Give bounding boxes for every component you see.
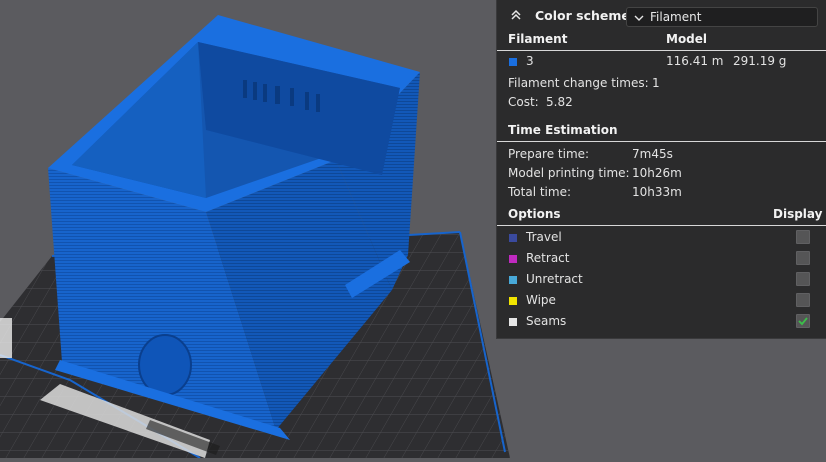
filament-id: 3	[526, 54, 534, 68]
unretract-label: Unretract	[526, 272, 583, 286]
time-estimation-header: Time Estimation	[497, 121, 826, 142]
travel-label: Travel	[526, 230, 562, 244]
color-scheme-dropdown[interactable]: Filament	[626, 7, 818, 27]
model-printing-time-label: Model printing time:	[508, 166, 630, 180]
wipe-label: Wipe	[526, 293, 556, 307]
color-scheme-header: Color scheme Filament	[497, 4, 826, 30]
collapse-chevron-up-icon[interactable]	[509, 8, 523, 22]
option-unretract[interactable]: Unretract	[497, 270, 826, 290]
cost-value: 5.82	[546, 95, 573, 109]
change-times-value: 1	[652, 76, 660, 90]
filament-column-header: Filament	[508, 32, 568, 46]
legend-panel: Color scheme Filament Filament Model 3 1…	[496, 0, 826, 339]
filament-row: 3 116.41 m 291.19 g	[497, 52, 826, 72]
total-time-label: Total time:	[508, 185, 571, 199]
seams-label: Seams	[526, 314, 567, 328]
filament-table-header: Filament Model	[497, 30, 826, 51]
prepare-time-value: 7m45s	[632, 147, 673, 161]
retract-color-swatch	[509, 255, 517, 263]
option-wipe[interactable]: Wipe	[497, 291, 826, 311]
display-column-header: Display	[773, 207, 823, 221]
total-time-row: Total time: 10h33m	[497, 183, 826, 203]
prepare-time-row: Prepare time: 7m45s	[497, 145, 826, 165]
filament-length: 116.41 m	[666, 54, 724, 68]
travel-display-checkbox[interactable]	[796, 230, 810, 244]
filament-weight: 291.19 g	[733, 54, 787, 68]
travel-color-swatch	[509, 234, 517, 242]
change-times-label: Filament change times:	[508, 76, 649, 90]
unretract-color-swatch	[509, 276, 517, 284]
checkmark-icon	[798, 317, 808, 326]
prepare-time-label: Prepare time:	[508, 147, 590, 161]
filament-change-times: Filament change times: 1	[497, 74, 826, 94]
cost-label: Cost:	[508, 95, 539, 109]
cost-row: Cost: 5.82	[497, 93, 826, 113]
filament-color-swatch	[509, 58, 517, 66]
time-estimation-title: Time Estimation	[508, 123, 618, 137]
color-scheme-value: Filament	[650, 10, 702, 24]
option-seams[interactable]: Seams	[497, 312, 826, 332]
model-printing-time-row: Model printing time: 10h26m	[497, 164, 826, 184]
option-travel[interactable]: Travel	[497, 228, 826, 248]
seams-display-checkbox[interactable]	[796, 314, 810, 328]
model-printing-time-value: 10h26m	[632, 166, 682, 180]
seams-color-swatch	[509, 318, 517, 326]
options-title: Options	[508, 207, 561, 221]
color-scheme-label: Color scheme	[535, 8, 630, 23]
options-header: Options Display	[497, 205, 826, 226]
retract-label: Retract	[526, 251, 570, 265]
retract-display-checkbox[interactable]	[796, 251, 810, 265]
unretract-display-checkbox[interactable]	[796, 272, 810, 286]
total-time-value: 10h33m	[632, 185, 682, 199]
wipe-display-checkbox[interactable]	[796, 293, 810, 307]
option-retract[interactable]: Retract	[497, 249, 826, 269]
chevron-down-icon	[634, 15, 644, 21]
wipe-color-swatch	[509, 297, 517, 305]
model-column-header: Model	[666, 32, 708, 46]
